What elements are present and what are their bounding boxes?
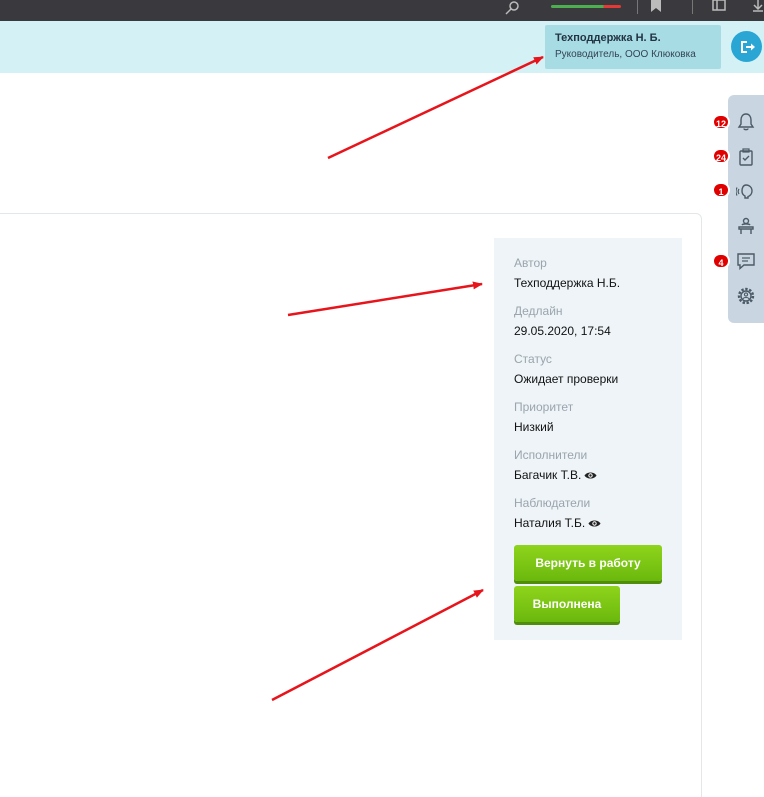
support-badge: 1 — [712, 182, 730, 198]
toolbar-divider — [637, 0, 638, 14]
user-role: Руководитель, ООО Клюковка — [555, 49, 696, 60]
deadline-value: 29.05.2020, 17:54 — [514, 324, 611, 338]
gear-icon — [737, 287, 755, 305]
rail-item-reception[interactable] — [728, 211, 764, 241]
author-value: Техподдержка Н.Б. — [514, 276, 621, 290]
executors-label: Исполнители — [514, 448, 588, 462]
bookmark-icon[interactable] — [650, 0, 662, 12]
eye-icon[interactable] — [588, 519, 601, 528]
task-info-box: Автор Техподдержка Н.Б. Дедлайн 29.05.20… — [494, 238, 682, 640]
download-icon[interactable] — [752, 0, 764, 12]
priority-label: Приоритет — [514, 400, 574, 414]
rail-item-messages[interactable] — [728, 246, 764, 276]
observers-row: Наталия Т.Б. — [514, 516, 601, 530]
mark-done-button[interactable]: Выполнена — [514, 586, 620, 622]
user-name: Техподдержка Н. Б. — [555, 32, 661, 44]
browser-toolbar — [0, 0, 764, 21]
executors-row: Багачик Т.В. — [514, 468, 597, 482]
status-label: Статус — [514, 352, 552, 366]
tasks-badge: 24 — [712, 148, 731, 164]
notifications-badge: 12 — [712, 114, 731, 130]
icon-rail — [728, 95, 764, 323]
clipboard-icon — [739, 148, 753, 166]
rail-item-settings[interactable] — [728, 281, 764, 311]
window-icon[interactable] — [712, 0, 726, 12]
user-card[interactable]: Техподдержка Н. Б. Руководитель, ООО Клю… — [545, 25, 721, 69]
priority-value: Низкий — [514, 420, 554, 434]
rail-item-notifications[interactable] — [728, 107, 764, 137]
observers-label: Наблюдатели — [514, 496, 591, 510]
executor-name[interactable]: Багачик Т.В. — [514, 468, 581, 482]
author-label: Автор — [514, 256, 547, 270]
logout-icon — [740, 40, 755, 53]
search-icon[interactable] — [504, 1, 520, 15]
toolbar-divider — [692, 0, 693, 14]
deadline-label: Дедлайн — [514, 304, 563, 318]
observer-name[interactable]: Наталия Т.Б. — [514, 516, 585, 530]
bell-icon — [737, 113, 755, 131]
support-icon — [736, 184, 753, 199]
eye-icon[interactable] — [584, 471, 597, 480]
return-to-work-button[interactable]: Вернуть в работу — [514, 545, 662, 581]
logout-button[interactable] — [731, 31, 762, 62]
messages-badge: 4 — [712, 253, 730, 269]
chat-icon — [737, 253, 755, 271]
rail-item-tasks[interactable] — [728, 142, 764, 172]
progress-bar — [551, 5, 621, 8]
status-value: Ожидает проверки — [514, 372, 619, 386]
rail-item-support[interactable] — [728, 176, 764, 206]
reception-icon — [738, 217, 754, 234]
